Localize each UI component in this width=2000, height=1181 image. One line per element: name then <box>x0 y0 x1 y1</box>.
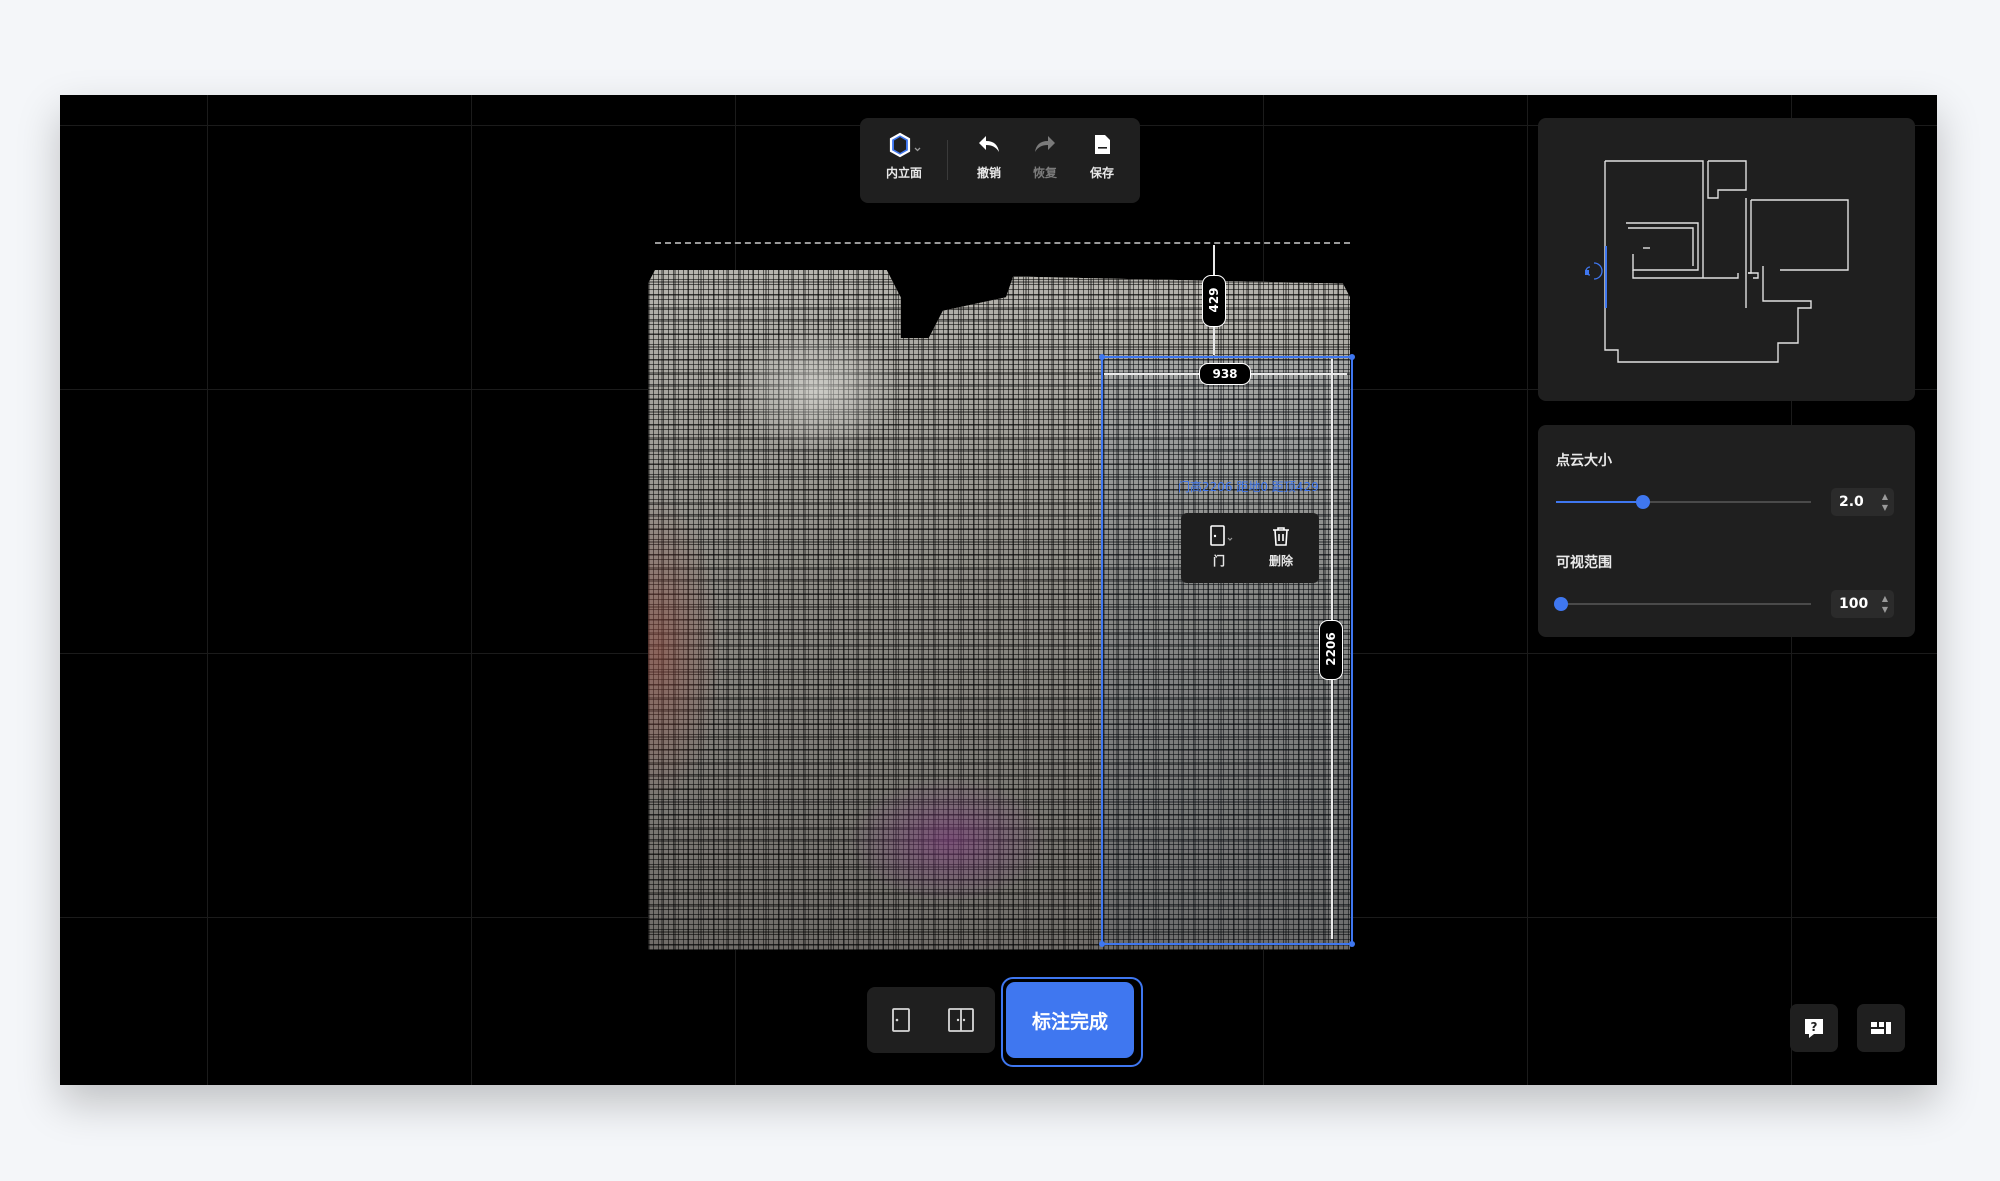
undo-label: 撤销 <box>976 166 1001 180</box>
door-selection-box[interactable] <box>1099 354 1355 947</box>
double-door-tool[interactable] <box>945 1004 977 1036</box>
ceiling-reference-line <box>655 242 1350 244</box>
dimension-height-label: 2206 <box>1319 620 1343 680</box>
delete-label: 删除 <box>1268 554 1293 568</box>
trash-icon <box>1273 527 1289 546</box>
save-button[interactable]: 保存 <box>1074 132 1130 190</box>
redo-button[interactable]: 恢复 <box>1017 132 1073 190</box>
door-icon <box>1210 525 1233 546</box>
door-context-menu: 门 删除 <box>1181 513 1319 583</box>
double-door-tool-icon <box>948 1008 974 1032</box>
point-size-slider-thumb[interactable] <box>1635 495 1650 509</box>
top-toolbar: 内立面 撤销 恢复 保存 <box>860 118 1140 203</box>
door-info-text: 门高2206 距地0 距顶429 <box>1178 480 1319 494</box>
grid-line <box>207 95 208 1085</box>
stepper-arrows-icon[interactable]: ▲ ▼ <box>1882 593 1888 615</box>
single-door-tool-icon <box>892 1008 910 1032</box>
resize-handle[interactable] <box>1349 941 1355 947</box>
redo-icon <box>1035 136 1055 152</box>
help-icon: ? <box>1805 1019 1823 1038</box>
delete-button[interactable]: 删除 <box>1253 525 1309 569</box>
save-icon <box>1095 135 1110 154</box>
view-range-slider-thumb[interactable] <box>1554 597 1569 611</box>
view-range-label: 可视范围 <box>1556 555 1612 571</box>
door-tool-group <box>867 987 995 1053</box>
help-button[interactable]: ? <box>1790 1004 1838 1052</box>
floor-plan-minimap[interactable] <box>1538 118 1915 401</box>
finish-annotation-button[interactable]: 标注完成 <box>1006 982 1134 1058</box>
door-type-label: 门 <box>1212 554 1225 568</box>
view-mode-label: 内立面 <box>885 166 922 180</box>
view-settings-panel: 点云大小 2.0 ▲ ▼ 可视范围 100 ▲ ▼ <box>1538 425 1915 637</box>
point-size-label: 点云大小 <box>1556 453 1612 469</box>
view-range-value: 100 <box>1839 596 1869 612</box>
svg-text:?: ? <box>1811 1020 1818 1034</box>
point-size-slider[interactable] <box>1556 495 1811 509</box>
grid-layout-icon <box>1871 1022 1891 1034</box>
hexagon-icon <box>889 132 921 158</box>
single-door-tool[interactable] <box>885 1004 917 1036</box>
editor-canvas[interactable]: 429 938 2206 门高2206 距地0 距顶429 门 删除 内立面 撤… <box>60 95 1937 1085</box>
floor-plan-icon <box>1585 160 1849 363</box>
layout-toggle-button[interactable] <box>1857 1004 1905 1052</box>
undo-icon <box>979 136 999 152</box>
view-range-input[interactable]: 100 ▲ ▼ <box>1831 590 1894 618</box>
point-size-slider-fill <box>1556 501 1643 503</box>
redo-label: 恢复 <box>1032 166 1057 180</box>
grid-line <box>471 95 472 1085</box>
toolbar-divider <box>947 140 948 180</box>
undo-button[interactable]: 撤销 <box>961 132 1017 190</box>
resize-handle[interactable] <box>1099 354 1105 360</box>
dimension-top-value: 429 <box>1207 287 1221 313</box>
stepper-arrows-icon[interactable]: ▲ ▼ <box>1882 491 1888 513</box>
point-size-value: 2.0 <box>1839 494 1864 510</box>
dimension-width-label: 938 <box>1199 363 1251 385</box>
save-label: 保存 <box>1089 166 1114 180</box>
dimension-height-value: 2206 <box>1324 632 1338 666</box>
grid-line <box>1527 95 1528 1085</box>
point-size-input[interactable]: 2.0 ▲ ▼ <box>1831 488 1894 516</box>
resize-handle[interactable] <box>1099 941 1105 947</box>
view-range-slider[interactable] <box>1554 597 1811 611</box>
resize-handle[interactable] <box>1349 354 1355 360</box>
door-type-button[interactable]: 门 <box>1191 525 1247 569</box>
dimension-top-label: 429 <box>1202 275 1226 327</box>
view-mode-dropdown[interactable]: 内立面 <box>876 132 932 190</box>
